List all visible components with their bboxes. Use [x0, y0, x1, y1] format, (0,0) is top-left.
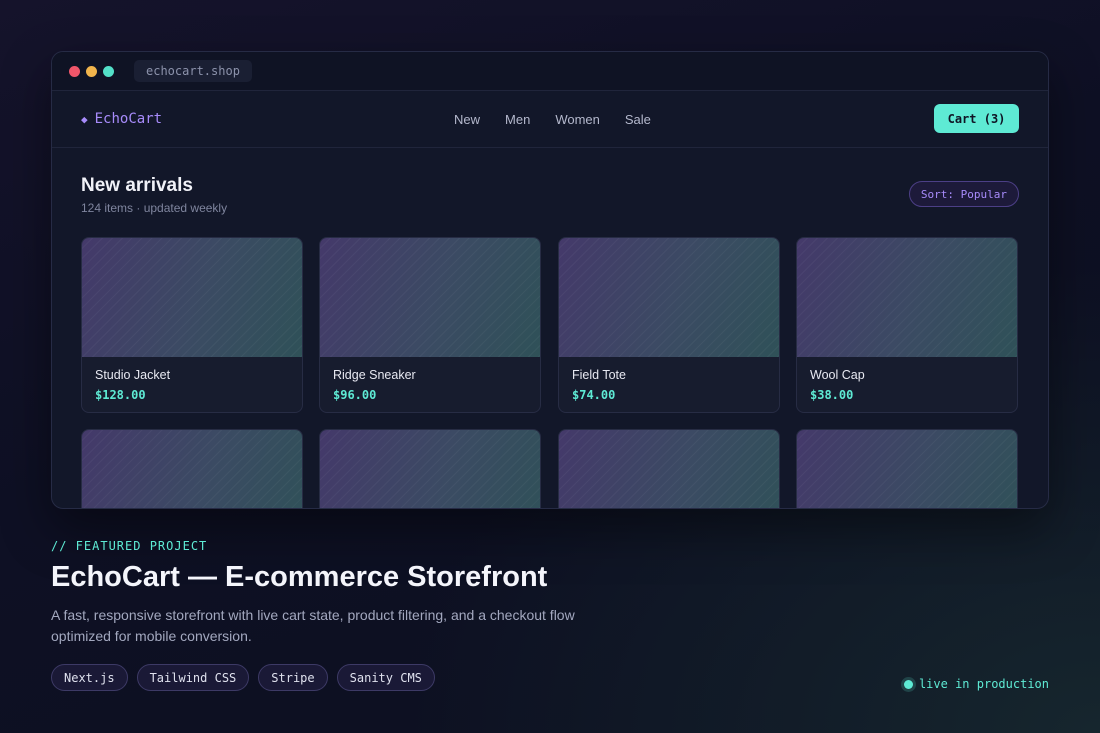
- tag-tailwind: Tailwind CSS: [136, 664, 250, 691]
- section-subtitle: 124 items · updated weekly: [81, 201, 228, 215]
- product-card[interactable]: [796, 429, 1018, 508]
- product-image: [82, 430, 302, 508]
- product-card[interactable]: Wool Cap $38.00: [796, 237, 1018, 413]
- product-name: Field Tote: [572, 368, 626, 382]
- product-card[interactable]: Ridge Sneaker $96.00: [319, 237, 541, 413]
- product-image: [320, 430, 540, 508]
- status-text: live in production: [918, 677, 1049, 691]
- browser-window: echocart.shop ◆ EchoCart New Men Women S…: [51, 51, 1049, 509]
- browser-titlebar: echocart.shop: [52, 52, 1048, 91]
- nav-link-new[interactable]: New: [454, 112, 480, 127]
- tag-stripe: Stripe: [258, 664, 328, 691]
- tag-sanity: Sanity CMS: [336, 664, 435, 691]
- product-image: [559, 238, 779, 357]
- product-card[interactable]: Studio Jacket $128.00: [81, 237, 303, 413]
- product-card[interactable]: [558, 429, 780, 508]
- store-navbar: ◆ EchoCart New Men Women Sale Cart (3): [52, 91, 1048, 148]
- product-price: $128.00: [95, 388, 146, 402]
- featured-label: // FEATURED PROJECT: [51, 539, 208, 553]
- tech-tags: Next.js Tailwind CSS Stripe Sanity CMS: [51, 664, 444, 691]
- product-image: [320, 238, 540, 357]
- sort-dropdown[interactable]: Sort: Popular: [908, 181, 1019, 207]
- brand-name: EchoCart: [94, 111, 163, 127]
- product-card[interactable]: [319, 429, 541, 508]
- minimize-window-button[interactable]: [86, 65, 97, 77]
- diamond-icon: ◆: [81, 112, 88, 126]
- product-price: $96.00: [333, 388, 377, 402]
- status-dot-icon: [903, 679, 913, 689]
- product-card[interactable]: Field Tote $74.00: [558, 237, 780, 413]
- product-price: $74.00: [572, 388, 616, 402]
- status-badge: live in production: [903, 677, 1049, 691]
- close-window-button[interactable]: [69, 65, 80, 77]
- nav-link-women[interactable]: Women: [555, 112, 600, 127]
- maximize-window-button[interactable]: [103, 65, 114, 77]
- nav-link-men[interactable]: Men: [505, 112, 530, 127]
- product-name: Ridge Sneaker: [333, 368, 416, 382]
- product-image: [797, 430, 1017, 508]
- store-nav: New Men Women Sale: [454, 91, 676, 148]
- product-card[interactable]: [81, 429, 303, 508]
- product-price: $38.00: [810, 388, 854, 402]
- nav-link-sale[interactable]: Sale: [625, 112, 651, 127]
- address-bar[interactable]: echocart.shop: [134, 60, 252, 82]
- product-name: Wool Cap: [810, 368, 865, 382]
- project-description: A fast, responsive storefront with live …: [51, 607, 575, 644]
- store-logo[interactable]: ◆ EchoCart: [81, 111, 162, 127]
- product-image: [82, 238, 302, 357]
- product-image: [797, 238, 1017, 357]
- section-title: New arrivals: [81, 175, 193, 196]
- product-image: [559, 430, 779, 508]
- cart-button[interactable]: Cart (3): [934, 104, 1019, 133]
- tag-nextjs: Next.js: [51, 664, 128, 691]
- product-name: Studio Jacket: [95, 368, 171, 382]
- project-title: EchoCart — E-commerce Storefront: [51, 561, 548, 593]
